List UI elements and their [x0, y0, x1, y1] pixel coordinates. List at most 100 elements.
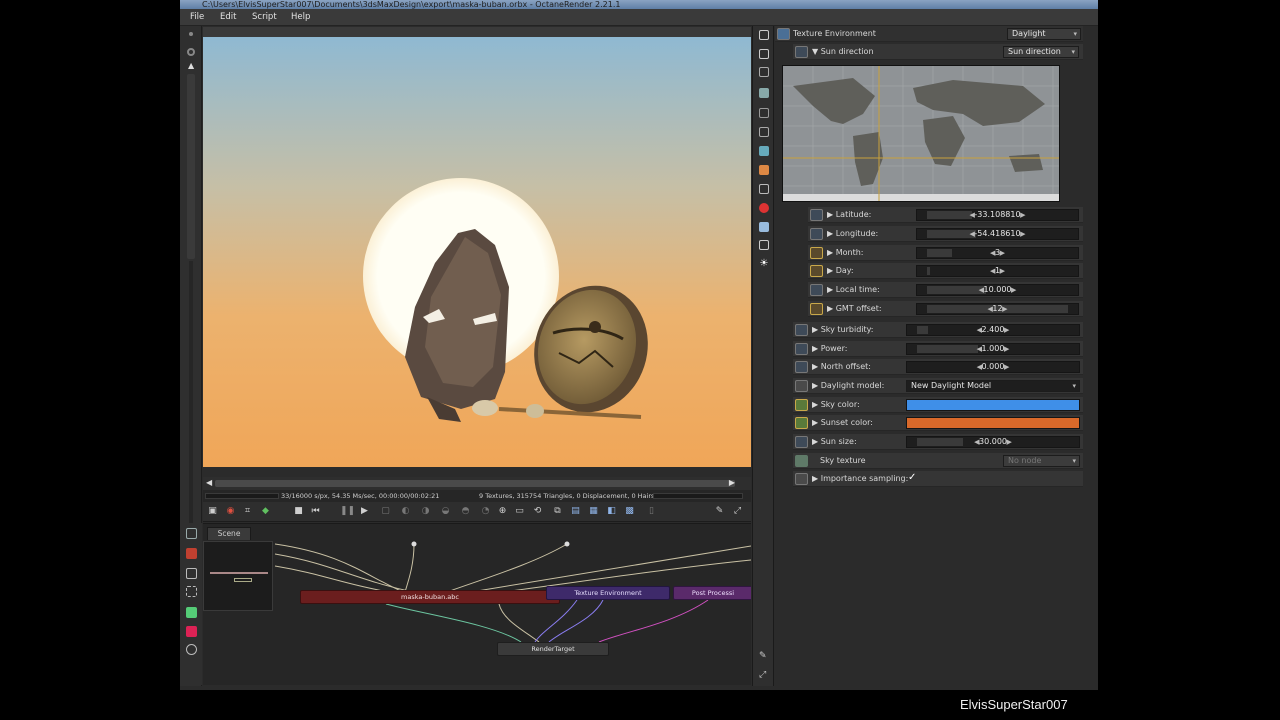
node-graph-image-icon[interactable]: [186, 607, 197, 618]
inspector-monitor-icon[interactable]: [759, 127, 769, 137]
octane-window: C:\Users\ElvisSuperStar007\Documents\3ds…: [180, 0, 1098, 690]
inspector-list-icon[interactable]: [759, 67, 769, 77]
inspector-wrench-icon[interactable]: ✎: [759, 651, 769, 661]
menu-edit[interactable]: Edit: [220, 12, 236, 22]
daylight-model-label: ▶ Daylight model:: [812, 381, 885, 390]
sun-size-field[interactable]: ◀ 30.000 ▶: [906, 436, 1080, 448]
world-icon[interactable]: ◓: [459, 505, 472, 518]
daylight-model-dropdown[interactable]: New Daylight Model ▾: [906, 380, 1080, 392]
daylight-model-value: New Daylight Model: [911, 381, 992, 390]
inspector-cube-icon[interactable]: [759, 222, 769, 232]
wrench-icon[interactable]: ✎: [713, 505, 726, 518]
inspector-copy-icon[interactable]: [759, 49, 769, 59]
fullscreen-icon[interactable]: ⤢: [731, 505, 744, 518]
node-graph-render-icon[interactable]: [186, 548, 197, 559]
strip-scrollbar[interactable]: [187, 74, 195, 259]
grab-icon[interactable]: ◔: [479, 505, 492, 518]
north-offset-field[interactable]: ◀ 0.000 ▶: [906, 361, 1080, 373]
increment-icon[interactable]: ▶: [1004, 326, 1009, 334]
sky-turbidity-field[interactable]: ◀ 2.400 ▶: [906, 324, 1080, 336]
decal-icon[interactable]: ◒: [439, 505, 452, 518]
render-region-icon[interactable]: ◉: [224, 505, 237, 518]
mesh-node[interactable]: maska-buban.abc: [300, 590, 560, 604]
latitude-field[interactable]: ◀ -33.108810 ▶: [916, 209, 1079, 221]
stop-icon[interactable]: ■: [292, 505, 305, 518]
post-processing-node[interactable]: Post Processi: [673, 586, 751, 600]
strip-gear-icon[interactable]: [187, 48, 195, 56]
clay-mode-icon[interactable]: ◐: [399, 505, 412, 518]
viewport-hscrollbar[interactable]: ◀ ▶: [203, 477, 751, 490]
scroll-right-icon[interactable]: ▶: [729, 478, 735, 487]
inspector-link-icon[interactable]: [759, 108, 769, 118]
copy-icon[interactable]: ⧉: [551, 505, 564, 518]
camera-icon[interactable]: ▣: [206, 505, 219, 518]
sky-color-swatch[interactable]: [906, 399, 1080, 411]
inspector-texture-icon[interactable]: [759, 240, 769, 250]
increment-icon[interactable]: ▶: [1020, 230, 1025, 238]
increment-icon[interactable]: ▶: [1020, 211, 1025, 219]
node-graph-material-icon[interactable]: [186, 626, 197, 637]
inspector-material-icon[interactable]: [759, 203, 769, 213]
local-time-slider-fill: [927, 286, 987, 294]
menu-file[interactable]: File: [190, 12, 204, 22]
viewport-lock-icon[interactable]: ▢: [379, 505, 392, 518]
increment-icon[interactable]: ▶: [1004, 363, 1009, 371]
increment-icon[interactable]: ▶: [1011, 286, 1016, 294]
scroll-left-icon[interactable]: ◀: [206, 478, 212, 487]
sky-texture-dropdown[interactable]: No node ▾: [1003, 455, 1080, 467]
node-graph-home-icon[interactable]: [186, 528, 197, 539]
inspector-brush-icon[interactable]: [759, 165, 769, 175]
node-graph-select-icon[interactable]: [186, 586, 197, 597]
texture-env-node[interactable]: Texture Environment: [546, 586, 670, 600]
increment-icon[interactable]: ▶: [1000, 267, 1005, 275]
node-graph-grid-icon[interactable]: [186, 568, 197, 579]
sky-turbidity-row: ▶ Sky turbidity: ◀ 2.400 ▶: [793, 322, 1083, 338]
zoom-icon[interactable]: ⊕: [496, 505, 509, 518]
viewport-scroll-thumb[interactable]: [215, 480, 735, 487]
increment-icon[interactable]: ▶: [1007, 438, 1012, 446]
pause-icon[interactable]: ❚❚: [340, 505, 355, 518]
day-field[interactable]: ◀ 1 ▶: [916, 265, 1079, 277]
increment-icon[interactable]: ▶: [1004, 345, 1009, 353]
subsample-icon[interactable]: ◑: [419, 505, 432, 518]
latitude-slider-fill: [927, 211, 973, 219]
importance-sampling-checkbox[interactable]: ✓: [908, 472, 916, 483]
restart-icon[interactable]: ⏮: [309, 505, 322, 518]
scroll-up-icon[interactable]: ▲: [188, 61, 194, 70]
menu-help[interactable]: Help: [291, 12, 310, 22]
render-viewport[interactable]: [203, 27, 751, 467]
inspector-grid-icon[interactable]: [759, 184, 769, 194]
export-passes-icon[interactable]: ▦: [587, 505, 600, 518]
save-render-icon[interactable]: ▤: [569, 505, 582, 518]
inspector-image-icon[interactable]: [759, 88, 769, 98]
inspector-sun-icon[interactable]: ☀: [759, 259, 769, 269]
increment-icon[interactable]: ▶: [1002, 305, 1007, 313]
month-field[interactable]: ◀ 3 ▶: [916, 247, 1079, 259]
lock-icon[interactable]: ▯: [645, 505, 658, 518]
image-icon[interactable]: ▩: [623, 505, 636, 518]
menu-script[interactable]: Script: [252, 12, 277, 22]
inspector-camera-icon[interactable]: [759, 146, 769, 156]
sun-direction-world-map[interactable]: [782, 65, 1060, 202]
gmt-offset-field[interactable]: ◀ 12 ▶: [916, 303, 1079, 315]
render-target-node[interactable]: RenderTarget: [497, 642, 609, 656]
inspector-expand-icon[interactable]: ⤢: [759, 670, 769, 680]
power-field[interactable]: ◀ 1.000 ▶: [906, 343, 1080, 355]
inspector-pin-icon[interactable]: [759, 30, 769, 40]
start-icon[interactable]: ▶: [358, 505, 371, 518]
cube-icon[interactable]: ◧: [605, 505, 618, 518]
local-time-field[interactable]: ◀ 10.000 ▶: [916, 284, 1079, 296]
recenter-icon[interactable]: ⟲: [531, 505, 544, 518]
pick-focus-icon[interactable]: ⌗: [241, 505, 254, 518]
texture-env-type-dropdown[interactable]: Daylight ▾: [1007, 28, 1081, 40]
sun-direction-dropdown[interactable]: Sun direction ▾: [1003, 46, 1079, 58]
material-picker-icon[interactable]: ◆: [259, 505, 272, 518]
node-graph-editor[interactable]: Scene maska-buban.abc Texture Environmen…: [203, 523, 751, 685]
node-graph-link-icon[interactable]: [186, 644, 197, 655]
sunset-color-swatch[interactable]: [906, 417, 1080, 429]
increment-icon[interactable]: ▶: [1000, 249, 1005, 257]
frame-icon[interactable]: ▭: [513, 505, 526, 518]
longitude-field[interactable]: ◀ -54.418610 ▶: [916, 228, 1079, 240]
longitude-icon: [810, 228, 823, 240]
sun-direction-label[interactable]: ▼ Sun direction: [812, 47, 874, 56]
